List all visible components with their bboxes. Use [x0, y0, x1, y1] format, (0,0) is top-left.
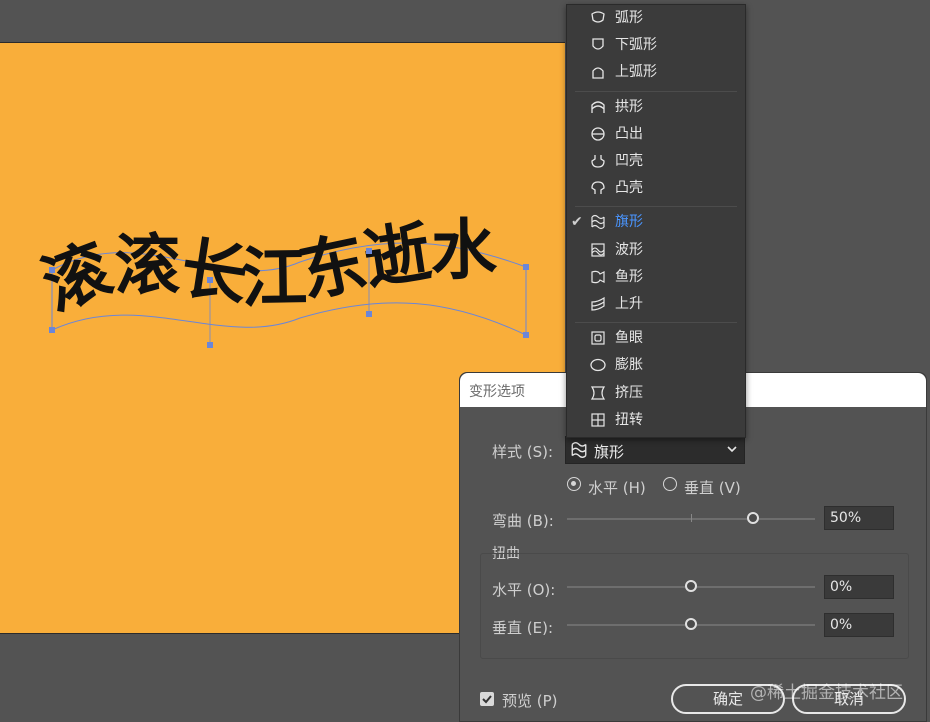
dd-item-squeeze[interactable]: 挤压 [567, 380, 745, 406]
arch-icon [591, 101, 605, 113]
dd-item-shell-lower[interactable]: 凹壳 [567, 148, 745, 174]
style-select-value: 旗形 [594, 443, 625, 461]
inflate-icon [590, 358, 606, 372]
dd-item-arch[interactable]: 拱形 [567, 94, 745, 120]
horizontal-distortion-label: 水平 (O): [492, 581, 556, 599]
separator [575, 322, 737, 323]
horizontal-radio-label: 水平 (H) [588, 479, 646, 497]
dd-item-fish[interactable]: 鱼形 [567, 264, 745, 290]
separator [575, 206, 737, 207]
fisheye-icon [591, 331, 605, 345]
separator [575, 91, 737, 92]
check-icon: ✔ [571, 214, 583, 230]
wave-icon [591, 243, 605, 257]
fish-icon [591, 270, 605, 284]
watermark: @稀土掘金技术社区 [750, 683, 903, 703]
warped-text: 滚滚长江东逝水 [32, 211, 498, 325]
dd-item-arc[interactable]: 弧形 [567, 5, 745, 31]
dd-item-shell-upper[interactable]: 凸壳 [567, 175, 745, 201]
dd-item-bulge[interactable]: 凸出 [567, 121, 745, 147]
warp-style-dropdown-list[interactable]: 弧形 下弧形 上弧形 拱形 凸出 凹壳 凸壳 ✔ 旗形 波形 鱼形 上升 鱼眼 … [566, 4, 746, 438]
dd-item-twist[interactable]: 扭转 [567, 407, 745, 433]
style-label: 样式 (S): [492, 443, 554, 461]
dialog-title: 变形选项 [469, 384, 525, 400]
arc-upper-icon [592, 67, 604, 79]
dd-item-rise[interactable]: 上升 [567, 291, 745, 317]
rise-icon [591, 296, 605, 311]
slider-center-tick [691, 514, 692, 522]
arc-lower-icon [592, 38, 604, 50]
dd-item-wave[interactable]: 波形 [567, 237, 745, 263]
bulge-icon [591, 127, 605, 141]
vertical-distortion-field[interactable]: 0% [824, 613, 894, 637]
horizontal-radio[interactable] [567, 477, 581, 491]
bend-slider-thumb[interactable] [747, 512, 759, 524]
dd-item-arc-lower[interactable]: 下弧形 [567, 32, 745, 58]
preview-label: 预览 (P) [502, 692, 558, 710]
flag-icon [591, 214, 605, 230]
vertical-radio-label: 垂直 (V) [684, 479, 741, 497]
vertical-distortion-thumb[interactable] [685, 618, 697, 630]
checkmark-icon [482, 695, 492, 704]
dd-item-fisheye[interactable]: 鱼眼 [567, 325, 745, 351]
twist-icon [591, 413, 605, 427]
bend-value-field[interactable]: 50% [824, 506, 894, 530]
squeeze-icon [590, 386, 606, 400]
style-select[interactable]: 旗形 [565, 436, 745, 464]
preview-checkbox[interactable] [480, 692, 494, 706]
vertical-distortion-label: 垂直 (E): [492, 619, 554, 637]
horizontal-distortion-thumb[interactable] [685, 580, 697, 592]
dd-item-arc-upper[interactable]: 上弧形 [567, 59, 745, 85]
bend-label: 弯曲 (B): [492, 512, 554, 530]
shell-lower-icon [591, 155, 605, 168]
shell-upper-icon [591, 181, 605, 194]
chevron-down-icon [727, 446, 737, 453]
flag-icon [571, 442, 587, 458]
dd-item-inflate[interactable]: 膨胀 [567, 352, 745, 378]
dd-item-flag[interactable]: ✔ 旗形 [567, 209, 745, 235]
horizontal-distortion-field[interactable]: 0% [824, 575, 894, 599]
vertical-radio[interactable] [663, 477, 677, 491]
distortion-group [480, 553, 909, 659]
arc-icon [591, 11, 605, 23]
